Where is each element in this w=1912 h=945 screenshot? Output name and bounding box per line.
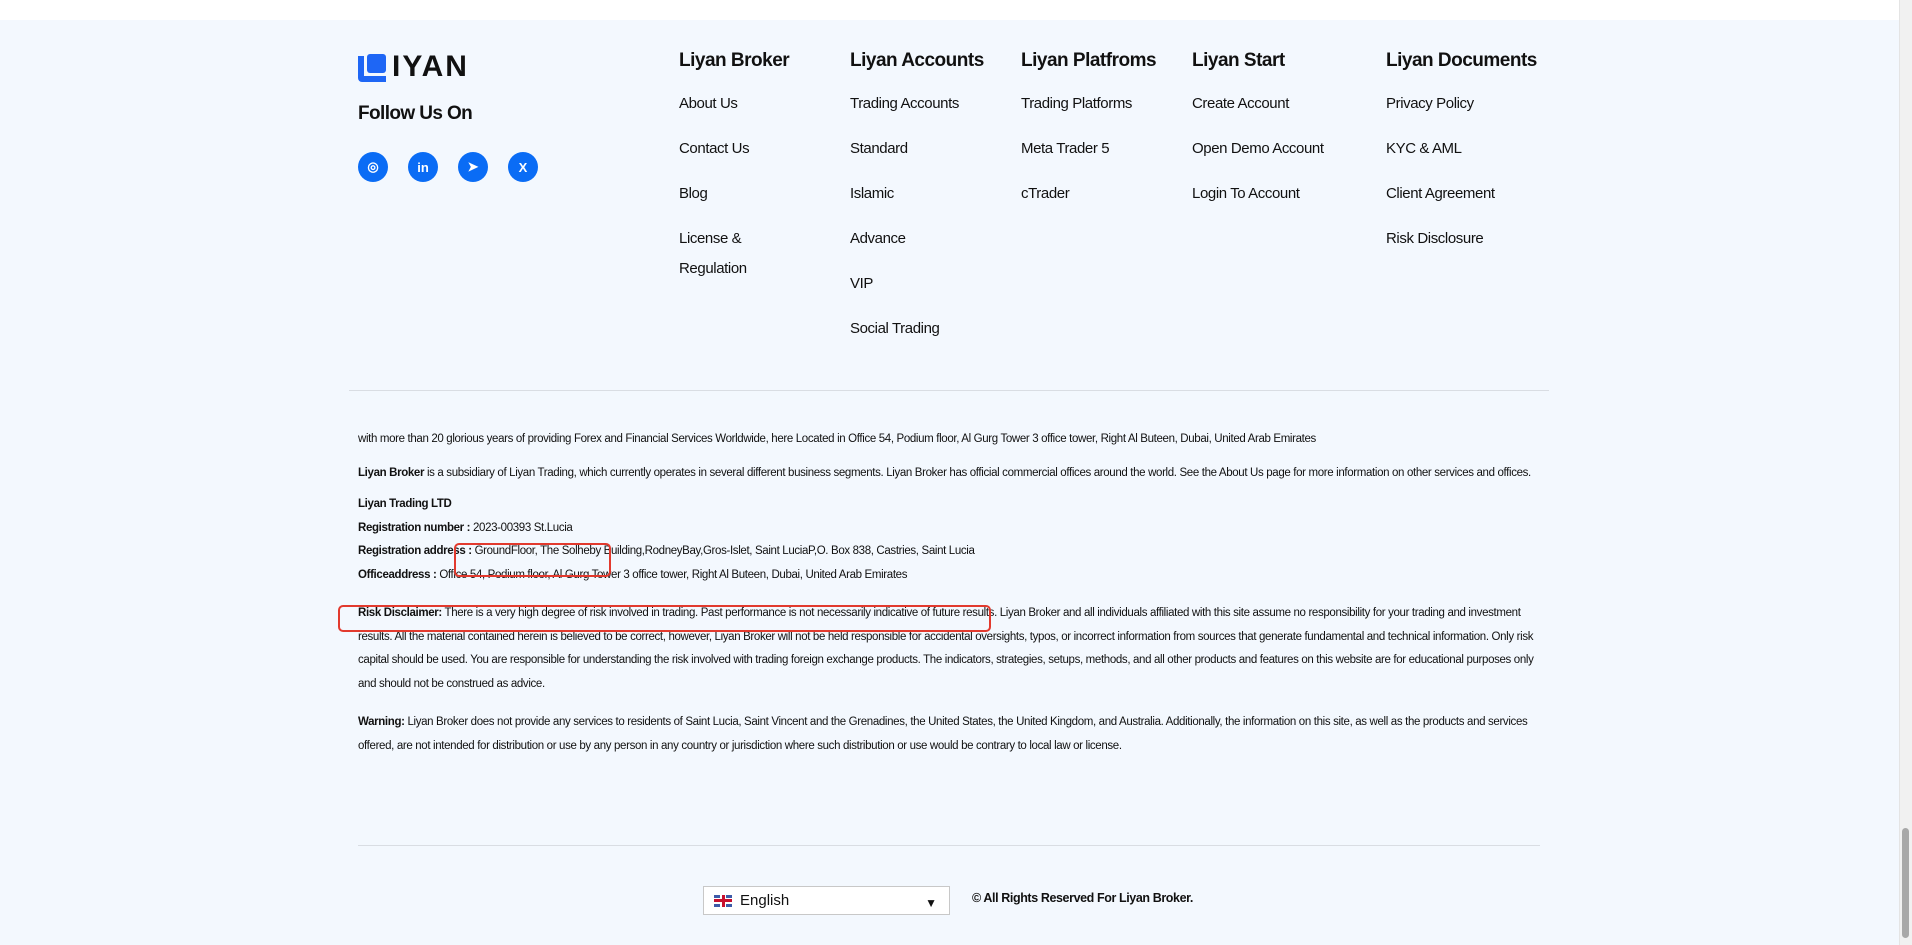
language-label: English (740, 892, 790, 909)
footer-link-trading-platforms[interactable]: Trading Platforms (1021, 94, 1156, 139)
footer-column-liyan-start: Liyan Start Create Account Open Demo Accou… (1192, 50, 1324, 229)
liyan-logo[interactable]: IYAN (358, 54, 490, 84)
footer-column-liyan-accounts: Liyan Accounts Trading Accounts Standard Is… (850, 50, 984, 364)
instagram-icon: ◎ (367, 159, 379, 174)
divider (349, 390, 1549, 391)
copyright: © All Rights Reserved For Liyan Broker. (972, 891, 1193, 905)
footer-link-trading-accounts[interactable]: Trading Accounts (850, 94, 984, 139)
footer-link-about-us[interactable]: About Us (679, 94, 789, 139)
footer-link-license-regulation[interactable]: License & Regulation (679, 224, 759, 315)
intro-text: with more than 20 glorious years of prov… (358, 433, 1316, 445)
footer-link-standard[interactable]: Standard (850, 139, 984, 184)
instagram-link[interactable]: ◎ (358, 152, 388, 182)
company-info: with more than 20 glorious years of prov… (358, 428, 1542, 758)
x-link[interactable]: X (508, 152, 538, 182)
footer-link-privacy-policy[interactable]: Privacy Policy (1386, 94, 1537, 139)
footer-link-create-account[interactable]: Create Account (1192, 94, 1324, 139)
footer-link-open-demo-account[interactable]: Open Demo Account (1192, 139, 1324, 184)
column-heading: Liyan Documents (1386, 50, 1537, 71)
warning-text: Warning: Liyan Broker does not provide a… (358, 716, 1528, 752)
footer-link-advance[interactable]: Advance (850, 229, 984, 274)
x-icon: X (518, 159, 528, 175)
follow-us-heading: Follow Us On (358, 103, 473, 124)
subsidiary-text: Liyan Broker is a subsidiary of Liyan Tr… (358, 466, 1531, 479)
column-heading: Liyan Broker (679, 50, 790, 71)
footer-column-liyan-documents: Liyan Documents Privacy Policy KYC & AML Cl… (1386, 50, 1537, 274)
column-heading: Liyan Start (1192, 50, 1285, 71)
footer-column-liyan-platfroms: Liyan Platfroms Trading Platforms Meta Tra… (1021, 50, 1157, 229)
footer-link-vip[interactable]: VIP (850, 274, 984, 319)
column-heading: Liyan Accounts (850, 50, 984, 71)
footer-link-islamic[interactable]: Islamic (850, 184, 984, 229)
linkedin-icon: in (417, 159, 429, 175)
uk-flag-icon (714, 894, 732, 907)
company-name: Liyan Trading LTD (358, 498, 452, 510)
footer-link-social-trading[interactable]: Social Trading (850, 319, 984, 364)
top-bar (0, 0, 1899, 20)
telegram-icon: ➤ (467, 159, 479, 174)
footer-link-ctrader[interactable]: cTrader (1021, 184, 1156, 229)
telegram-link[interactable]: ➤ (458, 152, 488, 182)
column-heading: Liyan Platfroms (1021, 50, 1157, 71)
footer-link-meta-trader-5[interactable]: Meta Trader 5 (1021, 139, 1156, 184)
scrollbar[interactable] (1899, 0, 1912, 945)
footer-link-contact-us[interactable]: Contact Us (679, 139, 789, 184)
footer-link-blog[interactable]: Blog (679, 184, 789, 229)
footer-link-kyc-aml[interactable]: KYC & AML (1386, 139, 1537, 184)
scrollbar-thumb[interactable] (1902, 828, 1909, 938)
footer-link-login-to-account[interactable]: Login To Account (1192, 184, 1324, 229)
footer-column-liyan-broker: Liyan Broker About Us Contact Us Blog Licens… (679, 50, 790, 315)
annotation-box-registration (454, 543, 611, 577)
registration-number: Registration number : 2023-00393 St.Luci… (358, 521, 573, 534)
annotation-box-office (338, 605, 991, 632)
language-select[interactable]: English ▼ (703, 886, 950, 915)
caret-down-icon: ▼ (925, 896, 937, 910)
footer-link-client-agreement[interactable]: Client Agreement (1386, 184, 1537, 229)
footer-link-risk-disclosure[interactable]: Risk Disclosure (1386, 229, 1537, 274)
linkedin-link[interactable]: in (408, 152, 438, 182)
divider (358, 845, 1540, 846)
